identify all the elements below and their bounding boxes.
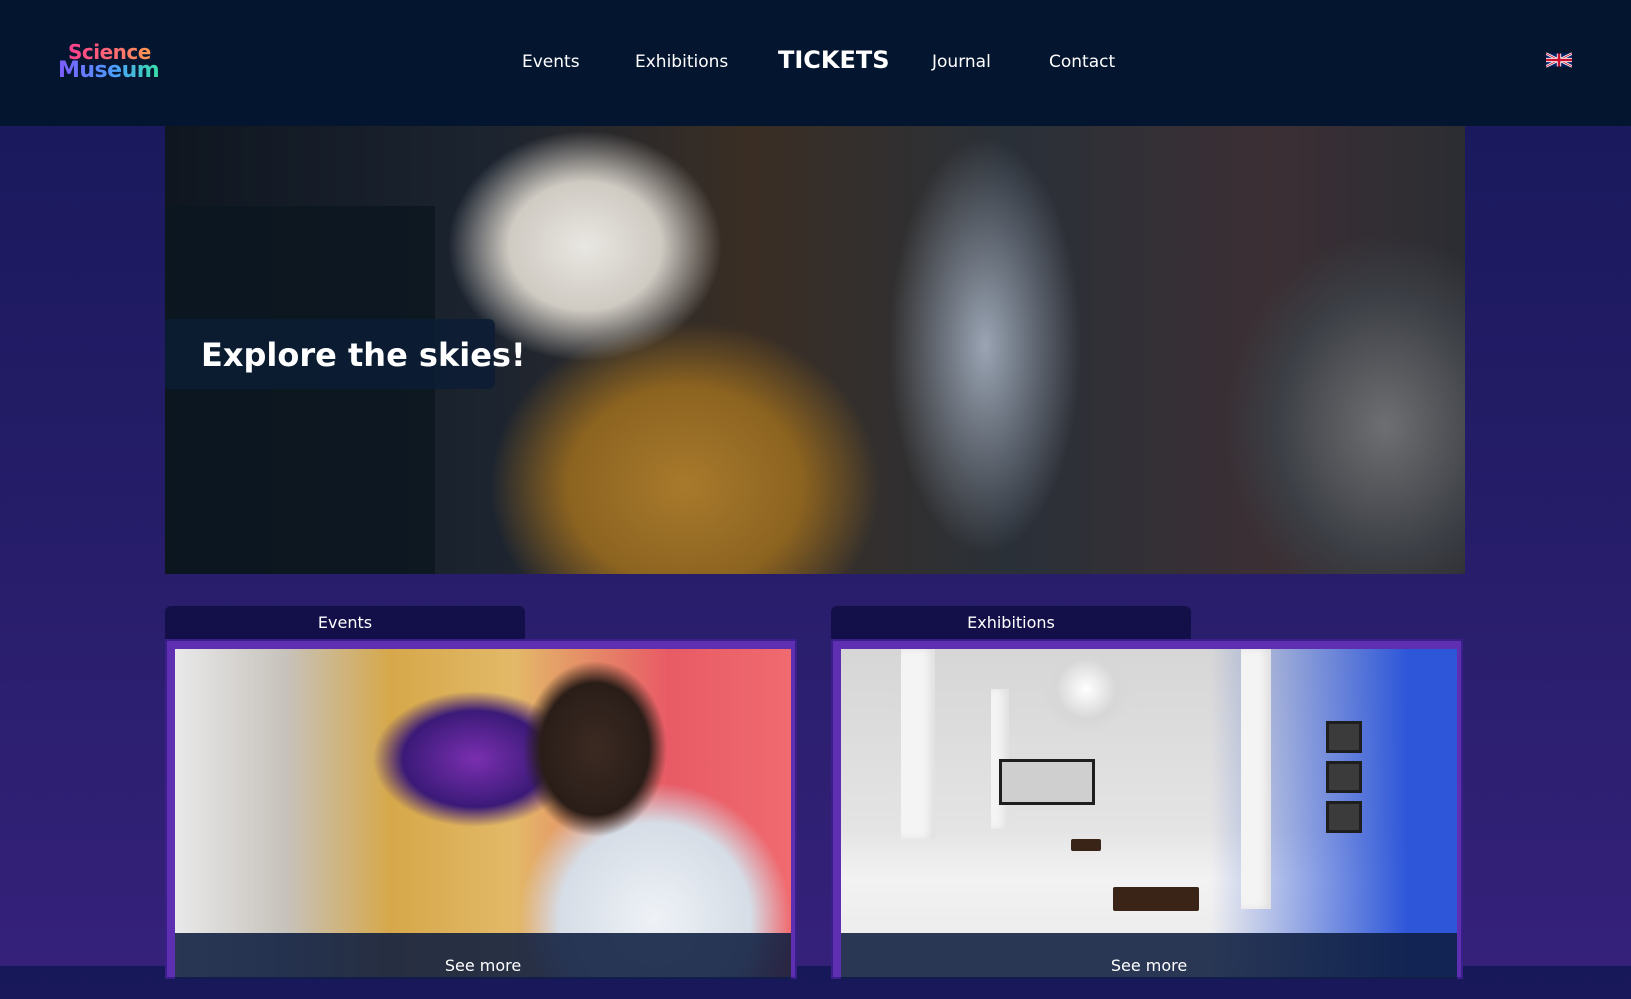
events-see-more-button[interactable]: See more: [175, 933, 791, 979]
exhibitions-card[interactable]: See more: [831, 639, 1463, 979]
nav-exhibitions[interactable]: Exhibitions: [635, 52, 728, 72]
tab-events[interactable]: Events: [165, 606, 525, 639]
uk-flag-icon[interactable]: [1546, 51, 1572, 69]
hero-image-display-panel: [165, 206, 435, 574]
hero-caption-box: Explore the skies!: [165, 319, 526, 389]
nav-contact[interactable]: Contact: [1049, 52, 1115, 72]
events-vr-image: [175, 649, 791, 977]
hero-banner[interactable]: Explore the skies!: [165, 126, 1465, 574]
wall-artwork: [1326, 721, 1362, 753]
tab-exhibitions[interactable]: Exhibitions: [831, 606, 1191, 639]
bench: [1071, 839, 1101, 851]
logo-line2: Museum: [58, 58, 160, 83]
science-museum-logo[interactable]: Science Museum: [58, 40, 166, 83]
nav-tickets[interactable]: TICKETS: [778, 46, 890, 74]
wall-artwork: [999, 759, 1095, 805]
site-header: Science Museum Events Exhibitions TICKET…: [0, 0, 1631, 126]
pillar: [901, 649, 935, 839]
exhibitions-see-more-button[interactable]: See more: [841, 933, 1457, 979]
events-card[interactable]: See more: [165, 639, 797, 979]
wall-artwork: [1326, 761, 1362, 793]
nav-journal[interactable]: Journal: [932, 52, 991, 72]
pillar: [1241, 649, 1271, 909]
bench: [1113, 887, 1199, 911]
hero-caption: Explore the skies!: [201, 336, 526, 374]
nav-events[interactable]: Events: [522, 52, 580, 72]
exhibition-hall-image: [841, 649, 1457, 977]
wall-artwork: [1326, 801, 1362, 833]
